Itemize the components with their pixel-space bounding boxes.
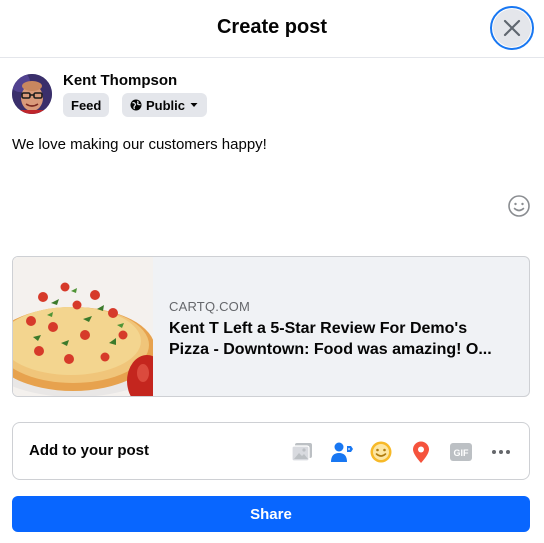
feeling-activity-button[interactable] <box>368 439 394 465</box>
audience-feed-button[interactable]: Feed <box>63 93 110 117</box>
gif-button[interactable]: GIF <box>448 439 474 465</box>
svg-text:GIF: GIF <box>454 448 470 458</box>
dialog-title: Create post <box>216 16 328 38</box>
check-in-icon <box>413 441 429 463</box>
feeling-icon <box>370 441 392 463</box>
tag-people-icon <box>331 442 353 462</box>
link-title-line-2: Pizza - Downtown: Food was amazing! O... <box>169 341 492 358</box>
avatar[interactable] <box>12 74 52 114</box>
tag-people-button[interactable] <box>329 439 355 465</box>
audience-feed-label: Feed <box>71 97 102 113</box>
link-title-line-1: Kent T Left a 5-Star Review For Demo's <box>169 320 468 337</box>
share-button[interactable]: Share <box>12 496 530 532</box>
more-icon <box>492 450 510 454</box>
author-name[interactable]: Kent Thompson <box>63 72 177 89</box>
smiley-icon <box>508 195 530 217</box>
link-title: Kent T Left a 5-Star Review For Demo's P… <box>169 318 519 360</box>
link-domain: CARTQ.COM <box>169 299 251 314</box>
author-row: Kent Thompson Feed Public <box>12 72 312 118</box>
privacy-label: Public <box>146 97 186 113</box>
add-to-post-bar: Add to your post GIF <box>12 422 530 480</box>
post-text-input[interactable]: We love making our customers happy! <box>12 136 267 153</box>
close-button[interactable] <box>490 6 534 50</box>
photo-video-icon <box>291 443 312 462</box>
gif-icon: GIF <box>450 443 472 461</box>
check-in-button[interactable] <box>408 439 434 465</box>
link-preview-image <box>13 257 153 396</box>
privacy-selector[interactable]: Public <box>122 93 208 117</box>
link-preview-card[interactable]: CARTQ.COM Kent T Left a 5-Star Review Fo… <box>12 256 530 397</box>
emoji-picker-button[interactable] <box>506 193 532 219</box>
caret-down-icon <box>190 103 198 107</box>
close-icon <box>503 19 521 37</box>
link-preview-info: CARTQ.COM Kent T Left a 5-Star Review Fo… <box>154 257 529 396</box>
more-options-button[interactable] <box>488 439 514 465</box>
dialog-header: Create post <box>0 0 544 58</box>
photo-video-button[interactable] <box>289 439 315 465</box>
globe-icon <box>130 99 142 111</box>
add-to-post-label: Add to your post <box>29 442 149 459</box>
